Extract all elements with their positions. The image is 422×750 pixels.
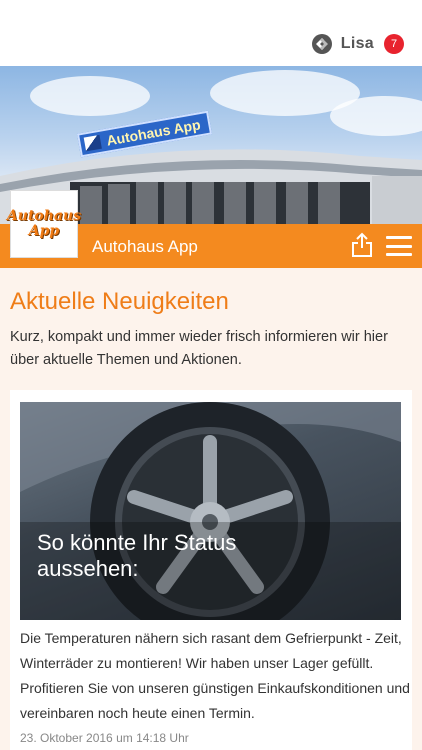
hamburger-menu-icon[interactable] [386,236,412,256]
news-headline: So könnte Ihr Status aussehen: [37,530,237,581]
user-account[interactable]: Lisa 7 [311,31,404,57]
brand-logo[interactable]: Autohaus App [6,190,82,258]
brand-logo-line1: Autohaus [6,208,82,224]
top-bar: Lisa 7 [0,0,422,66]
notification-badge[interactable]: 7 [384,34,404,54]
app-logo-icon [311,34,332,54]
user-name: Lisa [340,35,374,52]
news-image [20,402,401,620]
news-date: 23. Oktober 2016 um 14:18 Uhr [20,731,189,745]
brand-logo-line2: App [28,223,60,239]
news-text: Die Temperaturen nähern sich rasant dem … [20,630,410,721]
news-card[interactable]: So könnte Ihr Status aussehen: Die Tempe… [10,390,412,750]
intro-text: Kurz, kompakt und immer wieder frisch in… [10,329,388,368]
share-icon[interactable] [350,232,374,258]
wheel-image [20,402,401,620]
page-title: Aktuelle Neuigkeiten [10,288,229,315]
app-title: Autohaus App [92,237,198,256]
